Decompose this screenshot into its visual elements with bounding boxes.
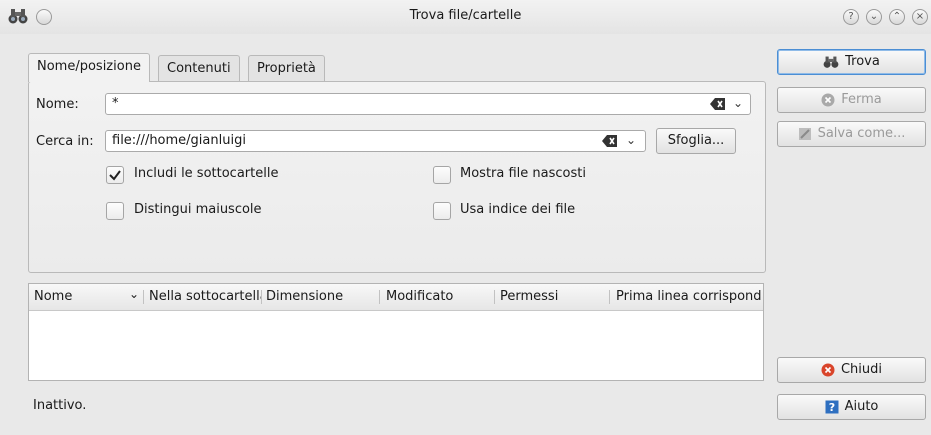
include-subfolders-label: Includi le sottocartelle	[134, 166, 279, 181]
help-label: Aiuto	[844, 399, 879, 414]
column-header-subfolder[interactable]: Nella sottocartella	[149, 289, 261, 304]
window-title: Trova file/cartelle	[409, 8, 522, 23]
find-button[interactable]: Trova	[777, 49, 926, 75]
help-button[interactable]: ? Aiuto	[777, 394, 926, 420]
checkmark-icon	[109, 170, 121, 181]
show-hidden-files-label: Mostra file nascosti	[460, 166, 586, 181]
column-header-permissions[interactable]: Permessi	[500, 289, 600, 304]
search-in-label: Cerca in:	[36, 134, 94, 149]
close-button[interactable]: Chiudi	[777, 357, 926, 383]
stop-button[interactable]: Ferma	[777, 87, 926, 113]
name-label: Nome:	[36, 97, 79, 112]
include-subfolders-checkbox[interactable]	[106, 166, 124, 184]
use-file-index-checkbox[interactable]	[433, 202, 451, 220]
column-header-first-match[interactable]: Prima linea corrispondente	[616, 289, 762, 304]
column-separator[interactable]	[261, 290, 262, 304]
case-sensitive-checkbox[interactable]	[106, 202, 124, 220]
column-header-modified[interactable]: Modificato	[386, 289, 486, 304]
minimize-icon[interactable]: ⌄	[866, 9, 882, 25]
browse-button[interactable]: Sfoglia...	[656, 128, 736, 154]
browse-label: Sfoglia...	[667, 133, 725, 148]
case-sensitive-label: Distingui maiuscole	[134, 202, 262, 217]
tab-label: Proprietà	[257, 61, 316, 76]
column-header-name[interactable]: Nome	[34, 289, 114, 304]
tab-label: Nome/posizione	[37, 59, 141, 74]
save-icon	[798, 127, 811, 140]
status-text: Inattivo.	[33, 398, 87, 413]
save-as-button[interactable]: Salva come...	[777, 121, 926, 147]
help-icon: ?	[825, 400, 839, 414]
column-separator[interactable]	[143, 290, 144, 304]
use-file-index-label: Usa indice dei file	[460, 202, 576, 217]
tab-name-location[interactable]: Nome/posizione	[28, 53, 150, 82]
tab-contents[interactable]: Contenuti	[158, 55, 240, 81]
svg-text:?: ?	[828, 401, 834, 414]
close-label: Chiudi	[840, 362, 883, 377]
show-hidden-files-checkbox[interactable]	[433, 166, 451, 184]
name-field[interactable]: * ⌄	[105, 93, 751, 115]
stop-label: Ferma	[841, 92, 882, 107]
name-value: *	[112, 96, 119, 111]
column-separator[interactable]	[494, 290, 495, 304]
close-icon[interactable]: ×	[912, 9, 928, 25]
stop-icon	[821, 93, 835, 106]
help-icon[interactable]: ?	[843, 9, 859, 25]
tab-label: Contenuti	[167, 61, 231, 76]
binoculars-icon	[823, 56, 839, 68]
search-in-field[interactable]: file:///home/gianluigi ⌄	[105, 130, 646, 152]
maximize-icon[interactable]: ⌃	[889, 9, 905, 25]
search-in-value: file:///home/gianluigi	[112, 133, 246, 148]
title-bar: Trova file/cartelle ? ⌄ ⌃ ×	[0, 0, 931, 34]
chevron-down-icon[interactable]: ⌄	[733, 96, 743, 110]
close-circle-icon	[821, 363, 835, 376]
results-table[interactable]: Nome ⌄ Nella sottocartella Dimensione Mo…	[28, 283, 764, 381]
results-header: Nome ⌄ Nella sottocartella Dimensione Mo…	[29, 284, 763, 311]
clear-text-icon[interactable]	[710, 97, 726, 111]
column-separator[interactable]	[379, 290, 380, 304]
find-label: Trova	[845, 54, 880, 69]
clear-text-icon[interactable]	[602, 134, 618, 148]
column-separator[interactable]	[609, 290, 610, 304]
save-as-label: Salva come...	[817, 126, 906, 141]
chevron-down-icon[interactable]: ⌄	[626, 133, 636, 147]
column-header-size[interactable]: Dimensione	[266, 289, 378, 304]
sort-indicator-icon: ⌄	[129, 287, 140, 301]
tab-properties[interactable]: Proprietà	[248, 55, 325, 81]
